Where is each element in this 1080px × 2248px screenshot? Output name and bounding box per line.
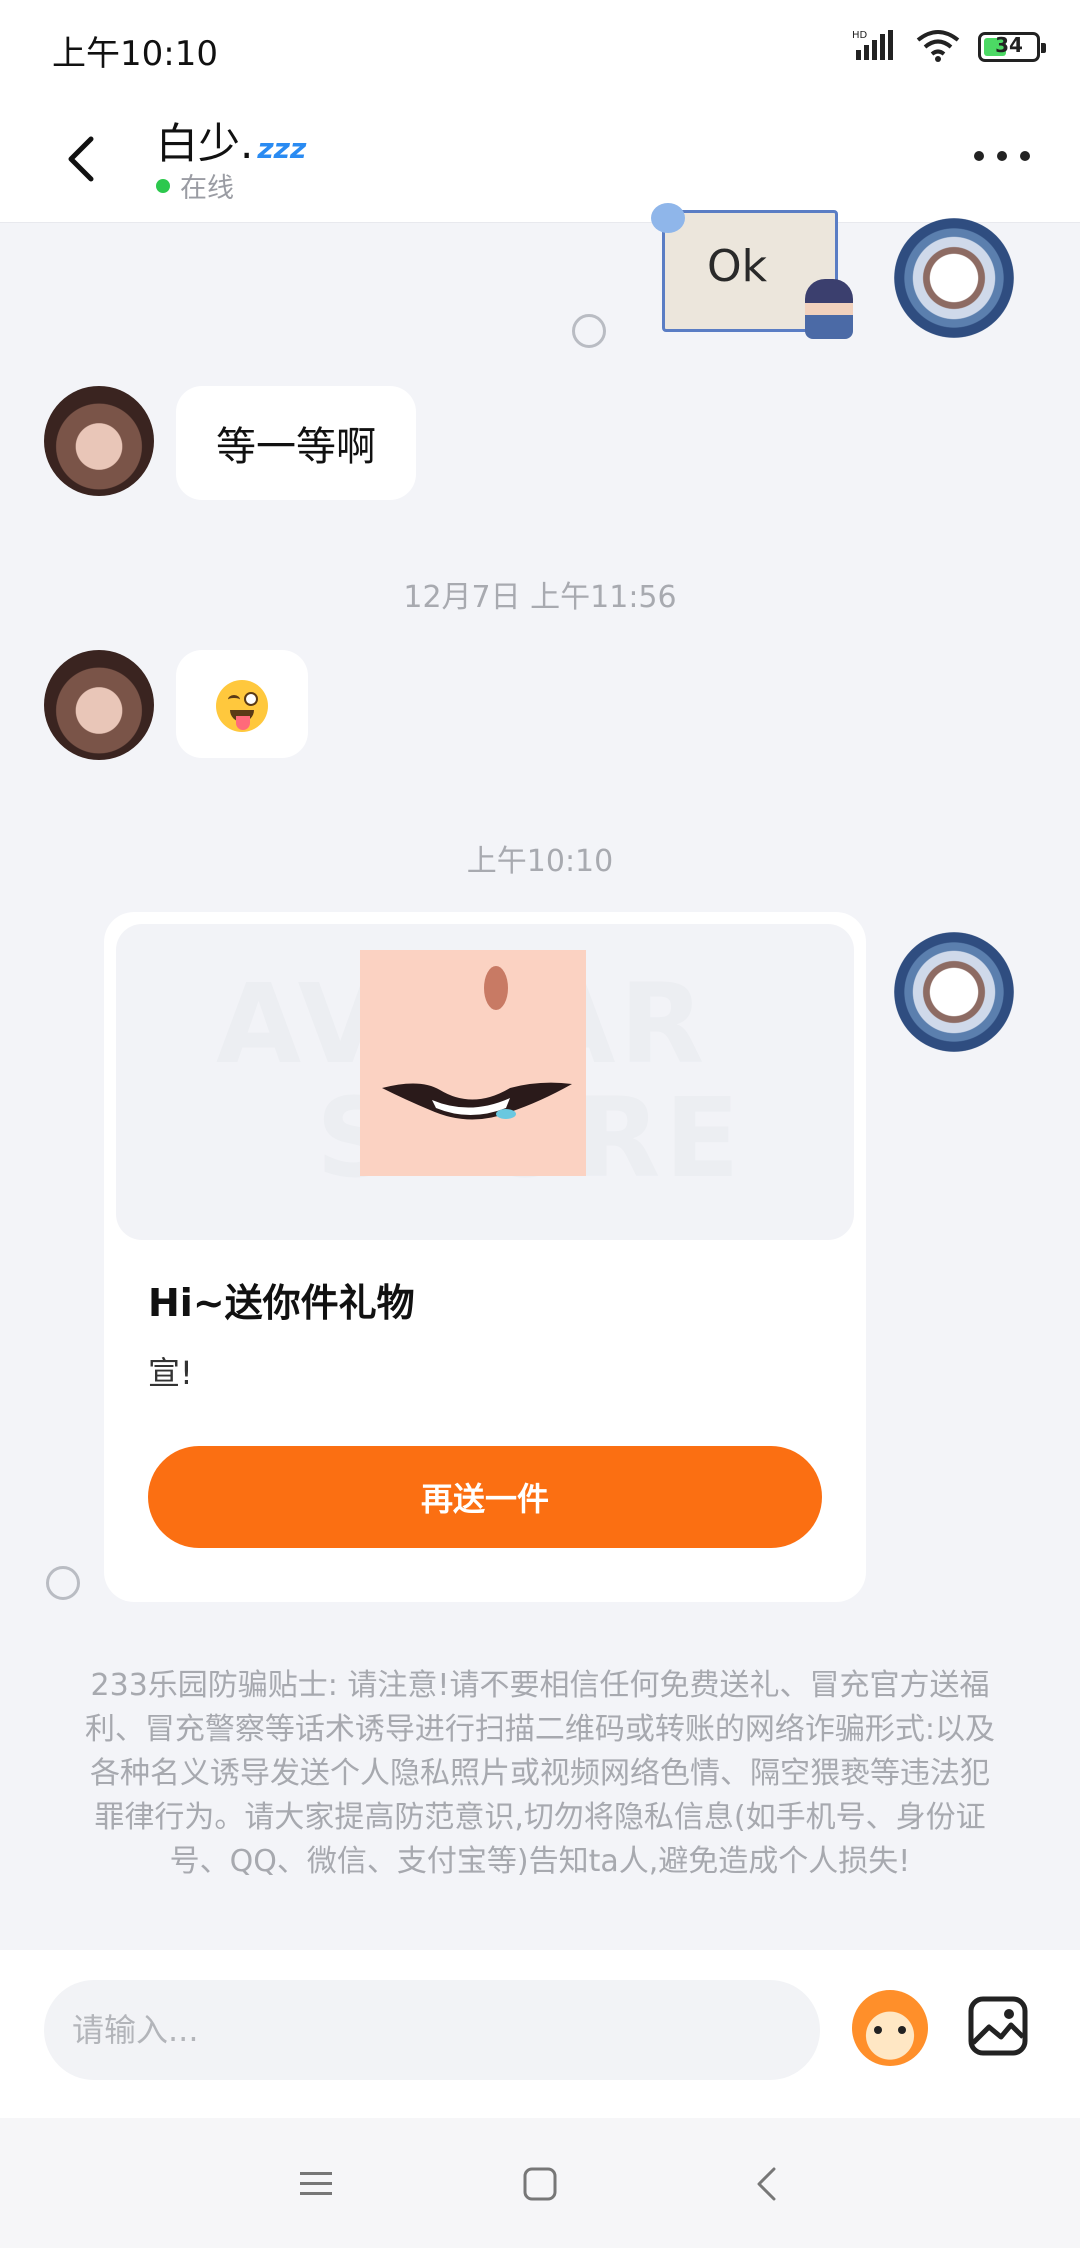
select-message-radio[interactable] [572,314,606,348]
select-message-radio[interactable] [46,1566,80,1600]
sticker-text: Ok [707,241,768,292]
gift-title: Hi~送你件礼物 [148,1281,415,1325]
gift-item-image [360,950,586,1176]
dot-icon [1020,151,1030,161]
chat-header: 白少. zzz 在线 [0,96,1080,223]
dot-icon [997,151,1007,161]
wifi-icon [916,28,960,66]
dot-icon [974,151,984,161]
input-bar [0,1950,1080,2118]
nav-menu-button[interactable] [286,2154,346,2214]
nav-home-button[interactable] [510,2154,570,2214]
bubble-decoration-icon [651,203,685,233]
sleep-zzz-icon: zzz [257,132,307,165]
online-status: 在线 [156,166,234,205]
my-avatar[interactable] [894,932,1014,1052]
menu-icon [300,2172,332,2195]
more-options-button[interactable] [974,136,1030,176]
timestamp: 上午10:10 [466,844,614,879]
send-another-gift-button[interactable]: 再送一件 [148,1446,822,1548]
winking-tongue-emoji-icon [216,680,268,732]
online-dot-icon [156,178,170,193]
anti-fraud-warning: 233乐园防骗贴士: 请注意!请不要相信任何免费送礼、冒充官方送福利、冒充警察等… [84,1668,996,1879]
contact-avatar[interactable] [44,386,154,496]
chibi-character-icon [805,279,853,339]
status-time: 上午10:10 [52,34,218,74]
message-bubble[interactable]: 等一等啊 [176,386,416,500]
message-text: 等一等啊 [216,424,376,470]
mascot-emoji-button-icon[interactable] [852,1990,928,2066]
status-bar: 上午10:10 HD 34 [0,0,1080,96]
my-avatar[interactable] [894,218,1014,338]
contact-name: 白少. zzz [156,110,306,171]
message-input[interactable] [44,1980,820,2080]
timestamp: 12月7日 上午11:56 [403,580,677,615]
signal-icon: HD [852,28,898,66]
battery-level: 34 [995,33,1023,57]
gift-message: 宣! [148,1354,193,1392]
nav-back-button[interactable] [736,2154,796,2214]
system-nav-bar [0,2118,1080,2248]
home-square-icon [523,2167,557,2201]
contact-name-text: 白少. [156,119,254,168]
back-button[interactable] [50,124,110,194]
image-picker-button[interactable] [964,1992,1032,2060]
ok-sticker-message[interactable]: Ok [651,203,853,339]
back-arrow-icon [757,2167,776,2201]
status-icons: HD 34 [852,28,1046,66]
battery-icon: 34 [978,32,1046,62]
emoji-message-bubble[interactable] [176,650,308,758]
svg-text:HD: HD [852,30,868,41]
chevron-left-icon [68,136,94,182]
contact-avatar[interactable] [44,650,154,760]
image-icon [968,1996,1028,2056]
online-status-text: 在线 [180,173,234,204]
